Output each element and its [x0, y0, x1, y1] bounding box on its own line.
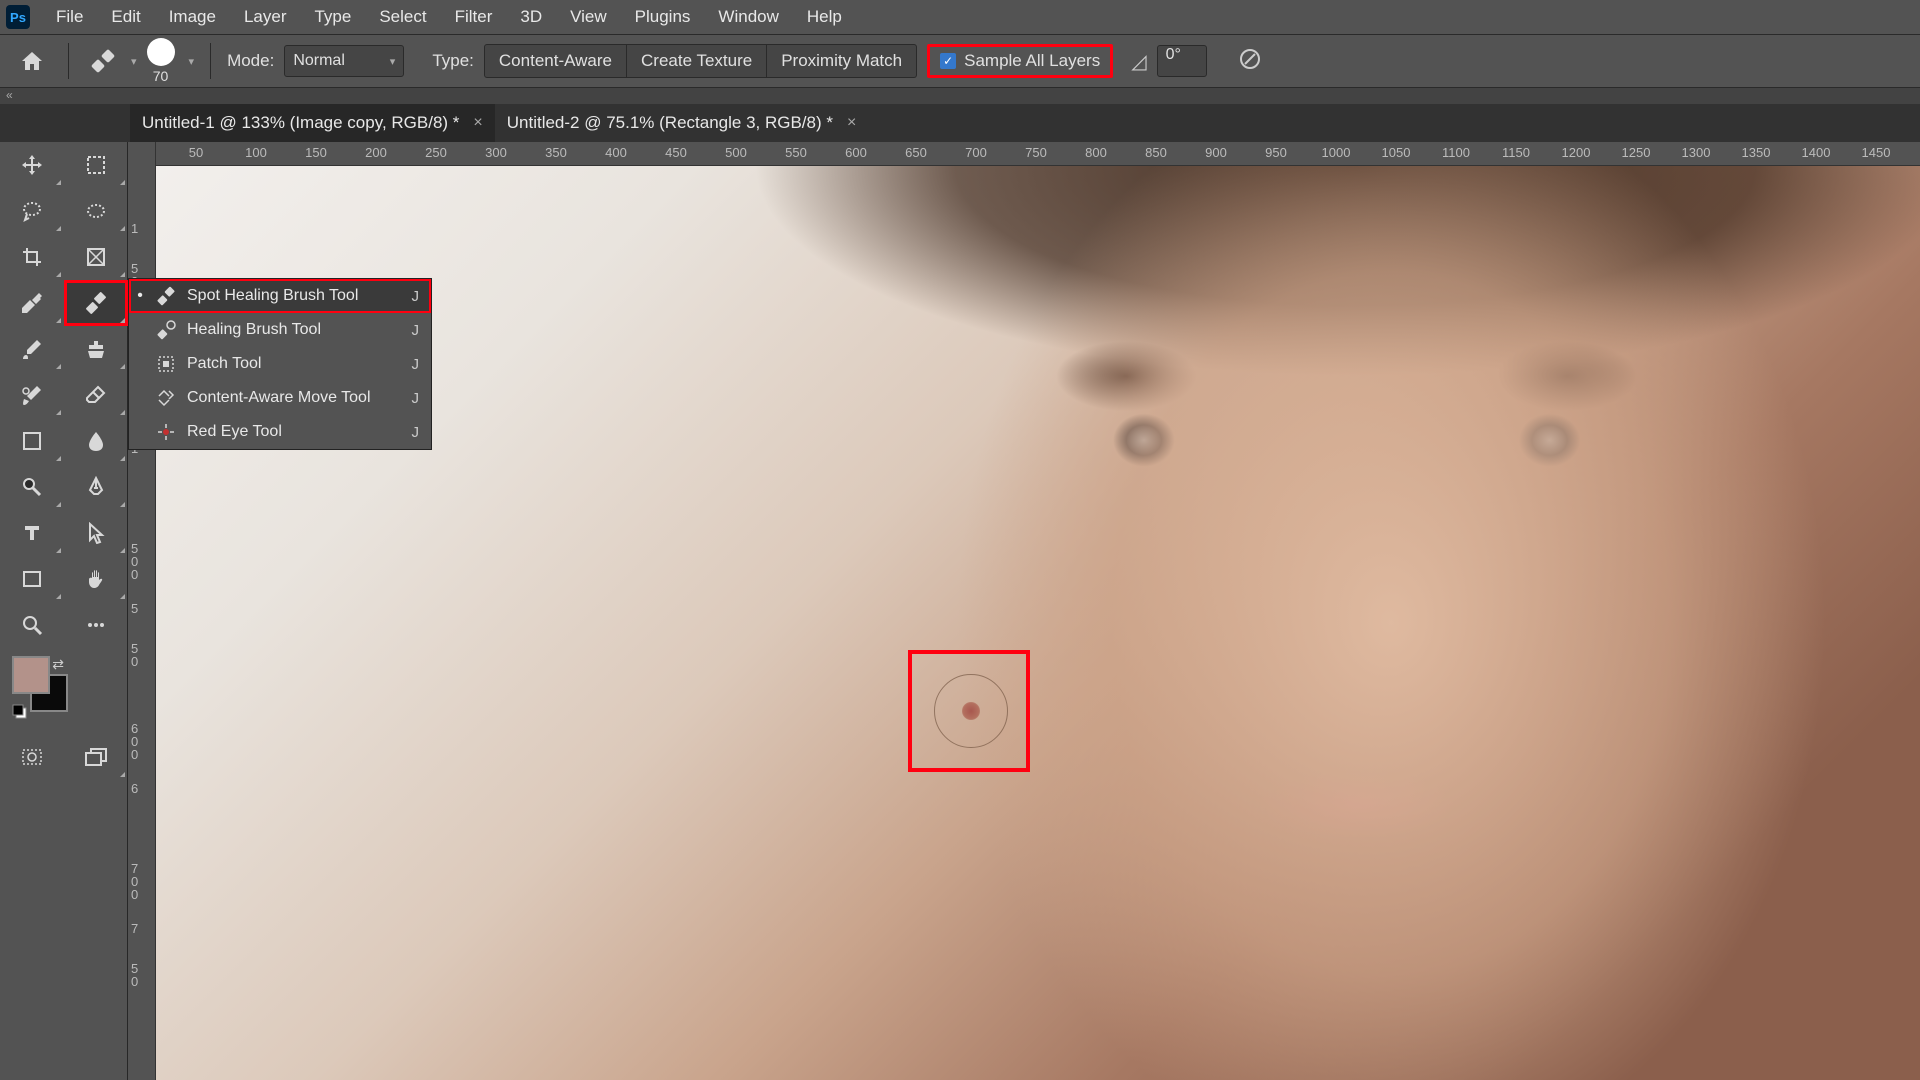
menu-filter[interactable]: Filter	[441, 0, 507, 34]
chevron-down-icon: ▾	[390, 55, 396, 68]
type-label: Type:	[432, 51, 474, 71]
sample-all-layers-checkbox[interactable]: ✓ Sample All Layers	[927, 44, 1113, 78]
tool-icon	[155, 353, 177, 375]
zoom-tool[interactable]	[0, 602, 64, 648]
checkbox-checked-icon: ✓	[940, 53, 956, 69]
flyout-item-patch-tool[interactable]: Patch ToolJ	[129, 347, 431, 381]
mode-label: Mode:	[227, 51, 274, 71]
menu-select[interactable]: Select	[365, 0, 440, 34]
tool-icon	[155, 387, 177, 409]
proximity-match-button[interactable]: Proximity Match	[767, 44, 917, 78]
move-tool[interactable]	[0, 142, 64, 188]
tool-icon	[155, 319, 177, 341]
tools-panel: ⇄ •Spot Healing Brush ToolJHealing Brush…	[0, 142, 128, 1080]
quick-selection-tool[interactable]	[64, 188, 128, 234]
menu-3d[interactable]: 3D	[506, 0, 556, 34]
clone-stamp-tool[interactable]	[64, 326, 128, 372]
brush-preset-picker[interactable]: 70	[147, 38, 175, 84]
menu-view[interactable]: View	[556, 0, 621, 34]
document-tab-bar: Untitled-1 @ 133% (Image copy, RGB/8) *×…	[0, 104, 1920, 142]
crop-tool[interactable]	[0, 234, 64, 280]
eraser-tool[interactable]	[64, 372, 128, 418]
dodge-tool[interactable]	[0, 464, 64, 510]
menu-layer[interactable]: Layer	[230, 0, 301, 34]
angle-input[interactable]: 0°	[1157, 45, 1207, 77]
lasso-tool[interactable]	[0, 188, 64, 234]
edit-toolbar-button[interactable]	[64, 602, 128, 648]
foreground-color-swatch[interactable]	[12, 656, 50, 694]
default-colors-icon[interactable]	[12, 704, 28, 720]
menu-type[interactable]: Type	[300, 0, 365, 34]
type-button-group: Content-Aware Create Texture Proximity M…	[484, 44, 917, 78]
menu-bar: Ps FileEditImageLayerTypeSelectFilter3DV…	[0, 0, 1920, 34]
brush-tool[interactable]	[0, 326, 64, 372]
hand-tool[interactable]	[64, 556, 128, 602]
menu-help[interactable]: Help	[793, 0, 856, 34]
spot-healing-brush-tool[interactable]	[64, 280, 128, 326]
mode-dropdown[interactable]: Normal ▾	[284, 45, 404, 77]
tool-icon	[155, 285, 177, 307]
gradient-tool[interactable]	[0, 418, 64, 464]
options-bar: ▾ 70 ▾ Mode: Normal ▾ Type: Content-Awar…	[0, 34, 1920, 88]
flyout-item-red-eye-tool[interactable]: Red Eye ToolJ	[129, 415, 431, 449]
chevron-down-icon: ▾	[189, 55, 195, 68]
tab-close-icon[interactable]: ×	[847, 114, 856, 132]
document-tab[interactable]: Untitled-1 @ 133% (Image copy, RGB/8) *×	[130, 104, 495, 142]
menu-edit[interactable]: Edit	[97, 0, 154, 34]
color-swatches[interactable]: ⇄	[12, 656, 76, 720]
quick-mask-tool[interactable]	[0, 734, 64, 780]
marquee-tool[interactable]	[64, 142, 128, 188]
tab-close-icon[interactable]: ×	[473, 114, 482, 132]
menu-image[interactable]: Image	[155, 0, 230, 34]
document-tab[interactable]: Untitled-2 @ 75.1% (Rectangle 3, RGB/8) …	[495, 104, 869, 142]
pressure-size-icon[interactable]	[1237, 46, 1263, 77]
frame-tool[interactable]	[64, 234, 128, 280]
rectangle-tool[interactable]	[0, 556, 64, 602]
content-aware-button[interactable]: Content-Aware	[484, 44, 627, 78]
flyout-item-healing-brush-tool[interactable]: Healing Brush ToolJ	[129, 313, 431, 347]
blur-tool[interactable]	[64, 418, 128, 464]
tool-preset-picker[interactable]: ▾	[85, 43, 137, 79]
highlight-annotation	[908, 650, 1030, 772]
create-texture-button[interactable]: Create Texture	[627, 44, 767, 78]
eyedropper-tool[interactable]	[0, 280, 64, 326]
photoshop-app-icon: Ps	[6, 5, 30, 29]
flyout-item-spot-healing-brush-tool[interactable]: •Spot Healing Brush ToolJ	[129, 279, 431, 313]
menu-file[interactable]: File	[42, 0, 97, 34]
home-button[interactable]	[12, 43, 52, 79]
chevron-down-icon: ▾	[131, 55, 137, 68]
pen-tool[interactable]	[64, 464, 128, 510]
menu-window[interactable]: Window	[704, 0, 792, 34]
tool-icon	[155, 421, 177, 443]
angle-icon: ◿	[1131, 49, 1146, 74]
healing-tool-flyout: •Spot Healing Brush ToolJHealing Brush T…	[128, 278, 432, 450]
swap-colors-icon[interactable]: ⇄	[52, 656, 64, 673]
menu-plugins[interactable]: Plugins	[621, 0, 705, 34]
panel-collapse-toggle[interactable]: «	[0, 88, 1920, 104]
flyout-item-content-aware-move-tool[interactable]: Content-Aware Move ToolJ	[129, 381, 431, 415]
type-tool[interactable]	[0, 510, 64, 556]
horizontal-ruler[interactable]: 5010015020025030035040045050055060065070…	[156, 142, 1920, 166]
history-brush-tool[interactable]	[0, 372, 64, 418]
screen-mode-button[interactable]	[64, 734, 128, 780]
path-selection-tool[interactable]	[64, 510, 128, 556]
